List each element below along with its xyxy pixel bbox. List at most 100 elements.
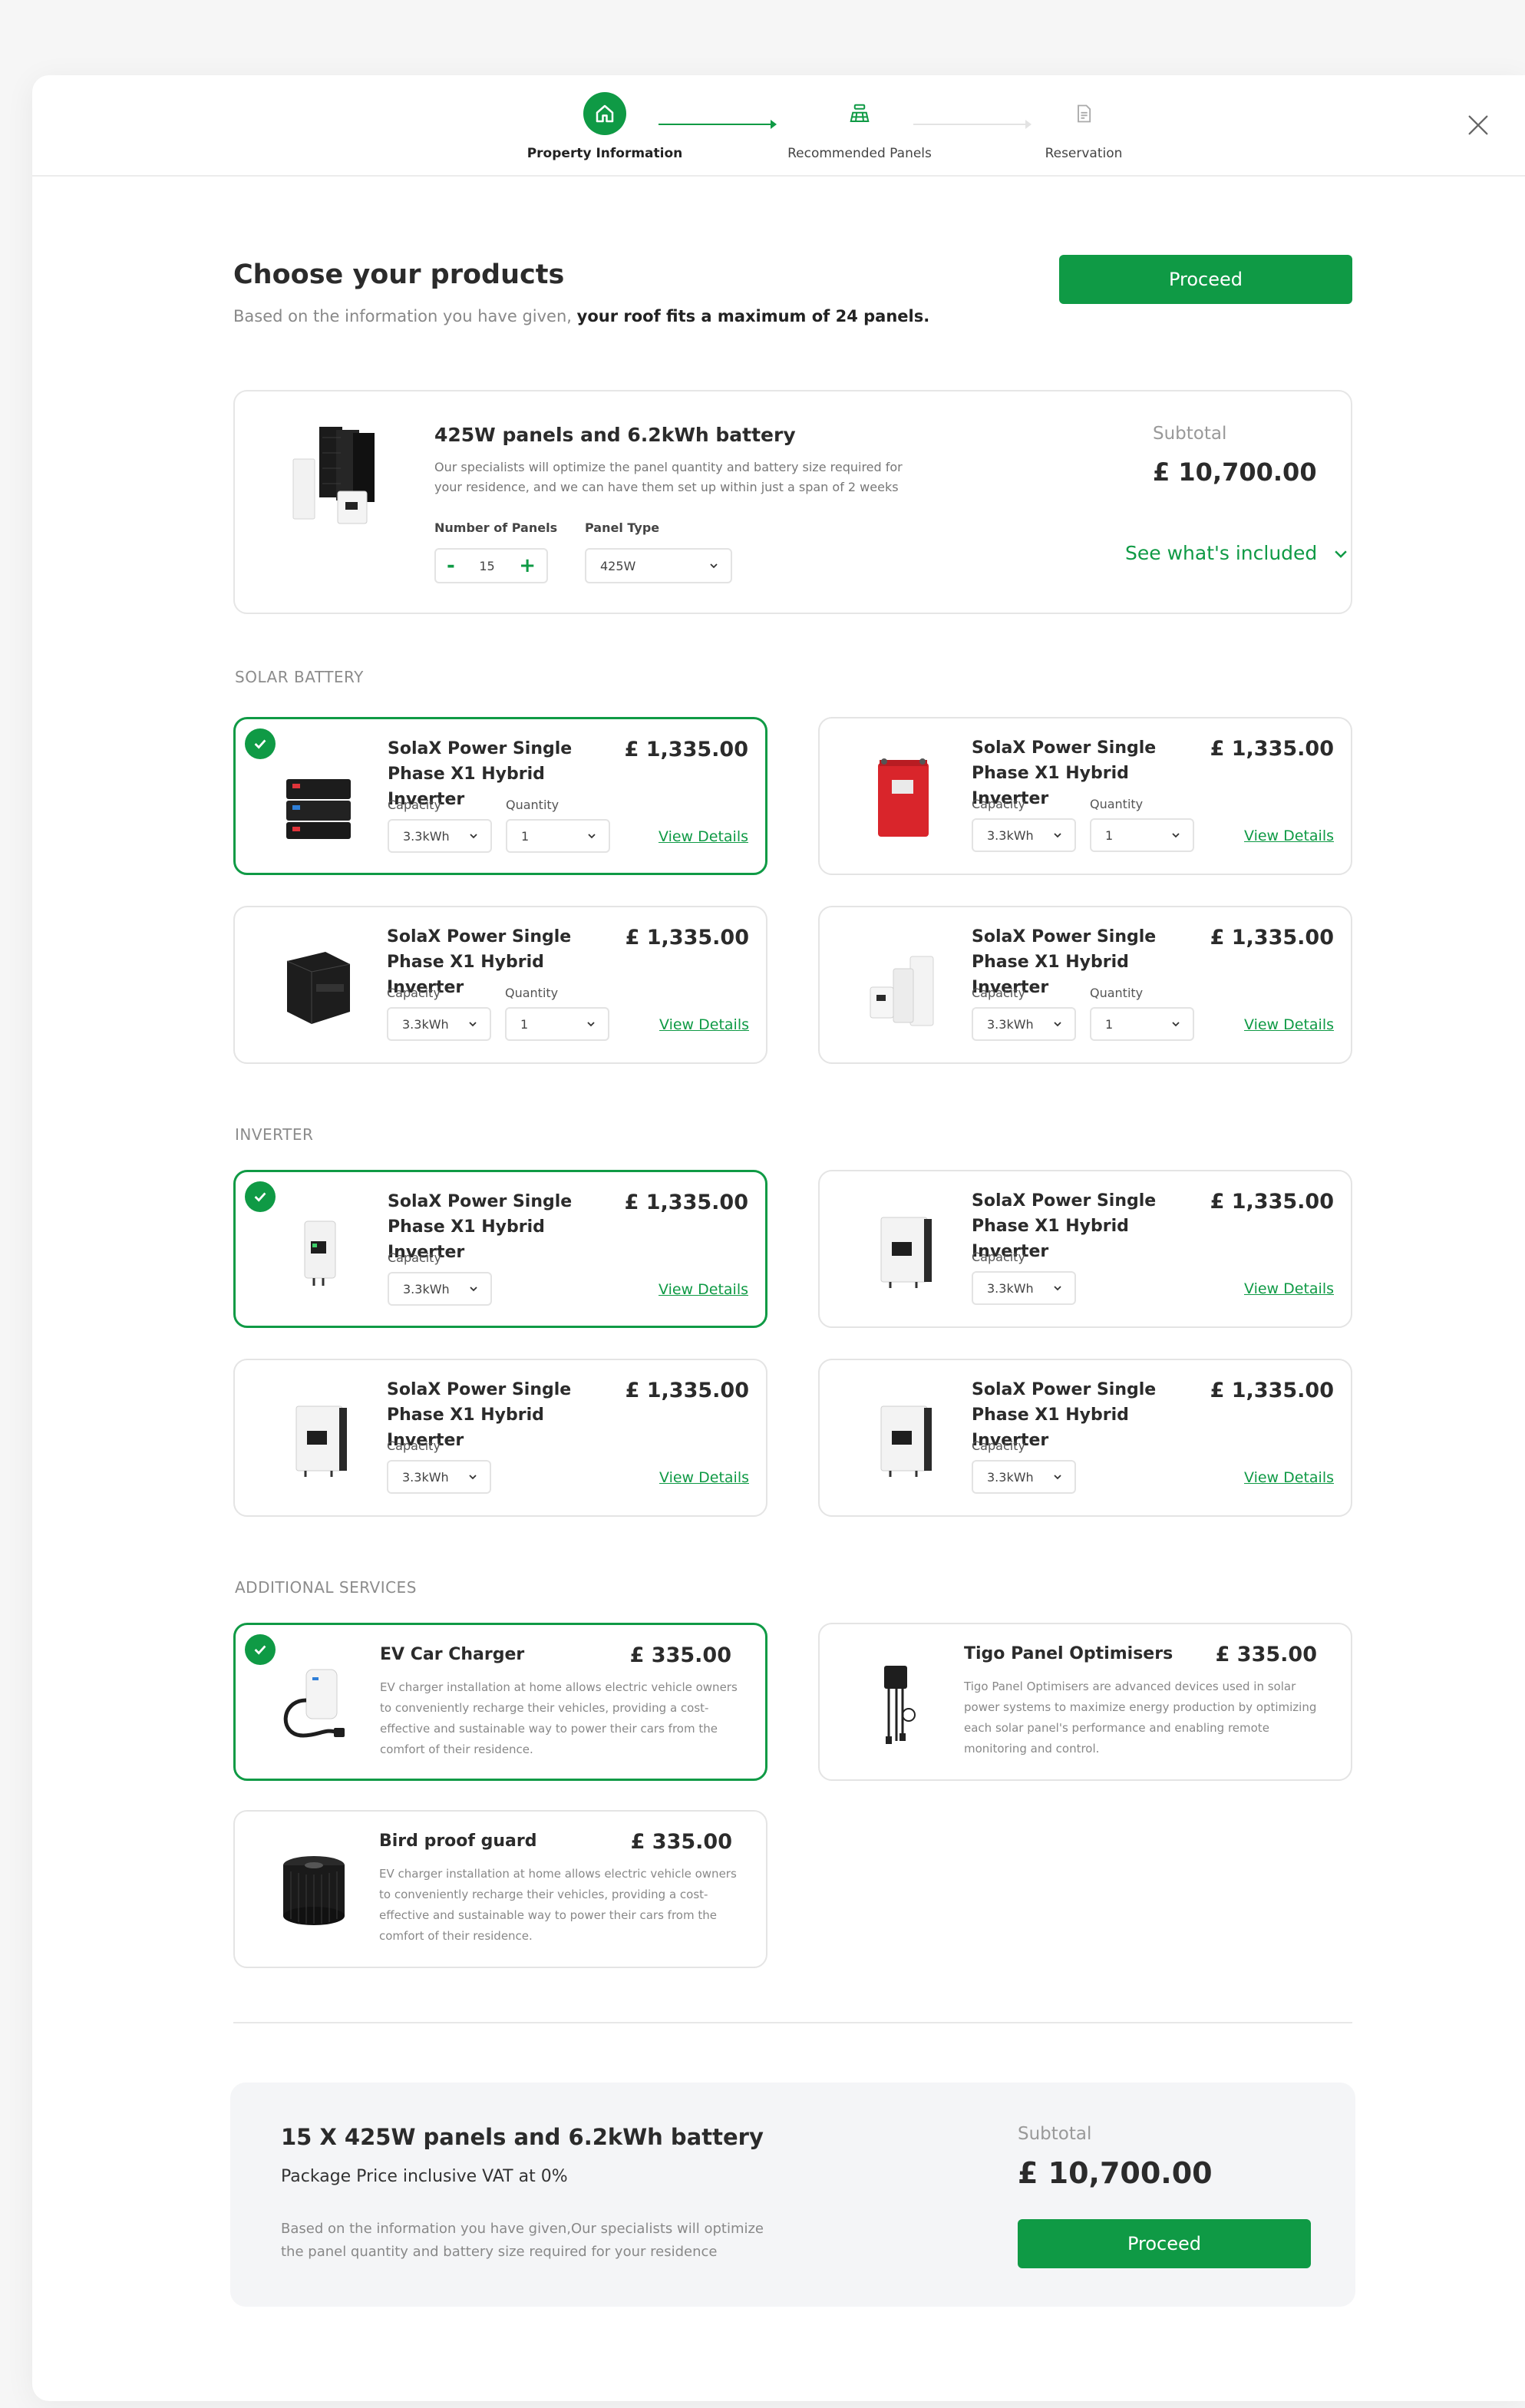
inverter-card[interactable]: SolaX Power Single Phase X1 Hybrid Inver… — [818, 1170, 1352, 1328]
battery-card[interactable]: SolaX Power Single Phase X1 Hybrid Inver… — [233, 717, 767, 875]
step-reservation[interactable]: Reservation — [992, 92, 1176, 161]
proceed-button[interactable]: Proceed — [1059, 255, 1352, 304]
product-selection-modal: Property Information Recommended Panels … — [32, 75, 1525, 2401]
quantity-select[interactable]: 1 — [506, 819, 610, 853]
section-title-solar-battery: SOLAR BATTERY — [235, 668, 364, 686]
decrement-button[interactable]: - — [447, 556, 455, 576]
capacity-select[interactable]: 3.3kWh — [972, 1460, 1076, 1494]
page-title: Choose your products — [233, 259, 565, 290]
inverter-card[interactable]: SolaX Power Single Phase X1 Hybrid Inver… — [233, 1359, 767, 1517]
service-name: Tigo Panel Optimisers — [964, 1644, 1173, 1663]
step-recommended-panels[interactable]: Recommended Panels — [767, 92, 952, 161]
quantity-label: Quantity — [1090, 986, 1144, 1000]
battery-card[interactable]: SolaX Power Single Phase X1 Hybrid Inver… — [233, 906, 767, 1064]
capacity-select[interactable]: 3.3kWh — [387, 1460, 491, 1494]
step-label: Reservation — [1045, 146, 1123, 161]
chevron-down-icon — [470, 834, 477, 839]
chevron-down-icon — [1054, 1286, 1061, 1291]
service-price: £ 335.00 — [629, 1643, 731, 1667]
optimiser-image — [857, 1661, 941, 1746]
quantity-value: 1 — [520, 1016, 529, 1032]
view-details-link[interactable]: View Details — [659, 1469, 749, 1486]
view-details-link[interactable]: View Details — [659, 1016, 749, 1033]
step-label: Recommended Panels — [787, 146, 932, 161]
product-price: £ 1,335.00 — [1210, 1190, 1334, 1214]
capacity-label: Capacity — [972, 1439, 1025, 1453]
inverter-card[interactable]: SolaX Power Single Phase X1 Hybrid Inver… — [233, 1170, 767, 1328]
package-card: 425W panels and 6.2kWh battery Our speci… — [233, 390, 1352, 614]
chevron-down-icon — [588, 834, 596, 839]
capacity-select[interactable]: 3.3kWh — [388, 819, 492, 853]
view-details-link[interactable]: View Details — [1244, 1016, 1334, 1033]
capacity-value: 3.3kWh — [987, 827, 1034, 843]
capacity-value: 3.3kWh — [987, 1280, 1034, 1296]
progress-stepper: Property Information Recommended Panels … — [32, 75, 1525, 177]
product-price: £ 1,335.00 — [1210, 737, 1334, 761]
view-details-link[interactable]: View Details — [659, 1281, 748, 1298]
service-price: £ 335.00 — [1215, 1643, 1317, 1666]
subtitle-bold-text: your roof fits a maximum of 24 panels. — [576, 307, 930, 325]
home-icon — [583, 92, 626, 135]
capacity-value: 3.3kWh — [403, 1281, 450, 1296]
service-card-ev-charger[interactable]: EV Car Charger £ 335.00 EV charger insta… — [233, 1623, 767, 1781]
proceed-button[interactable]: Proceed — [1018, 2219, 1311, 2268]
red-battery-image — [857, 749, 949, 841]
battery-rack-image — [272, 938, 364, 1030]
chevron-down-icon — [1054, 1475, 1061, 1480]
quantity-select[interactable]: 1 — [1090, 818, 1194, 852]
inverter-card[interactable]: SolaX Power Single Phase X1 Hybrid Inver… — [818, 1359, 1352, 1517]
service-card-bird-proof-guard[interactable]: Bird proof guard £ 335.00 EV charger ins… — [233, 1810, 767, 1968]
quantity-value: 1 — [1105, 827, 1114, 843]
service-card-tigo-optimisers[interactable]: Tigo Panel Optimisers £ 335.00 Tigo Pane… — [818, 1623, 1352, 1781]
page-subtitle: Based on the information you have given,… — [233, 307, 929, 325]
check-icon — [245, 1181, 276, 1212]
product-price: £ 1,335.00 — [624, 738, 748, 761]
view-details-link[interactable]: View Details — [1244, 1280, 1334, 1297]
inverter-image — [272, 1203, 365, 1295]
panel-quantity-stepper: - 15 + — [434, 548, 548, 583]
capacity-select[interactable]: 3.3kWh — [387, 1007, 491, 1041]
service-name: Bird proof guard — [379, 1832, 537, 1851]
quantity-label: Quantity — [1090, 797, 1144, 811]
capacity-label: Capacity — [388, 1250, 441, 1265]
product-price: £ 1,335.00 — [625, 926, 749, 950]
increment-button[interactable]: + — [519, 556, 536, 576]
capacity-value: 3.3kWh — [987, 1016, 1034, 1032]
close-icon[interactable] — [1465, 112, 1491, 138]
capacity-label: Capacity — [972, 797, 1025, 811]
section-title-inverter: INVERTER — [235, 1125, 314, 1144]
panel-type-select[interactable]: 425W — [585, 548, 732, 583]
capacity-select[interactable]: 3.3kWh — [972, 818, 1076, 852]
capacity-value: 3.3kWh — [402, 1016, 449, 1032]
panels-battery-image — [276, 422, 384, 530]
service-description: EV charger installation at home allows e… — [379, 1867, 737, 1943]
step-property-information[interactable]: Property Information — [513, 92, 697, 161]
service-description: Tigo Panel Optimisers are advanced devic… — [964, 1680, 1317, 1756]
document-icon — [1062, 92, 1105, 135]
step-label: Property Information — [526, 146, 683, 161]
quantity-value: 1 — [1105, 1016, 1114, 1032]
quantity-select[interactable]: 1 — [1090, 1007, 1194, 1041]
capacity-label: Capacity — [387, 1439, 441, 1453]
divider — [233, 2022, 1352, 2023]
quantity-label: Quantity — [505, 986, 559, 1000]
summary-title: 15 X 425W panels and 6.2kWh battery — [281, 2124, 764, 2150]
quantity-select[interactable]: 1 — [505, 1007, 609, 1041]
chevron-down-icon — [469, 1475, 477, 1480]
panel-type-value: 425W — [600, 558, 636, 573]
view-details-link[interactable]: View Details — [1244, 827, 1334, 844]
capacity-select[interactable]: 3.3kWh — [972, 1271, 1076, 1305]
subtitle-text: Based on the information you have given, — [233, 307, 577, 325]
service-description: EV charger installation at home allows e… — [380, 1680, 738, 1756]
quantity-label: Quantity — [506, 798, 559, 812]
capacity-select[interactable]: 3.3kWh — [388, 1272, 492, 1306]
battery-card[interactable]: SolaX Power Single Phase X1 Hybrid Inver… — [818, 906, 1352, 1064]
battery-card[interactable]: SolaX Power Single Phase X1 Hybrid Inver… — [818, 717, 1352, 875]
capacity-select[interactable]: 3.3kWh — [972, 1007, 1076, 1041]
capacity-value: 3.3kWh — [402, 1469, 449, 1485]
view-details-link[interactable]: View Details — [1244, 1469, 1334, 1486]
see-included-toggle[interactable]: See what's included — [1125, 542, 1349, 564]
panel-quantity-value[interactable]: 15 — [479, 559, 494, 573]
view-details-link[interactable]: View Details — [659, 828, 748, 845]
see-included-label: See what's included — [1125, 542, 1318, 564]
